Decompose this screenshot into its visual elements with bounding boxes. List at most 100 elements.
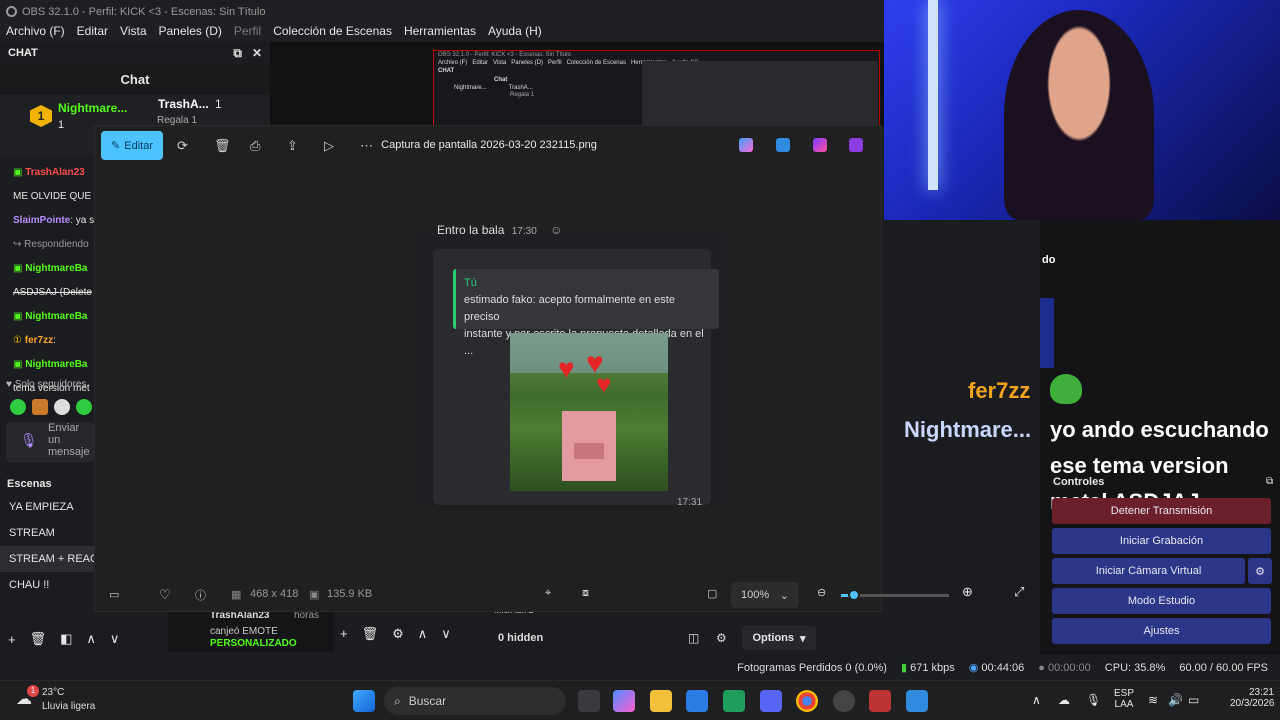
designer-icon[interactable] bbox=[813, 138, 827, 152]
mixer-columns-icon[interactable]: ◫ bbox=[688, 631, 699, 645]
emote-icon[interactable] bbox=[54, 399, 70, 415]
scene-item[interactable]: YA EMPIEZA bbox=[0, 494, 96, 520]
obs-window-title: OBS 32.1.0 - Perfil: KICK <3 - Escenas: … bbox=[22, 5, 266, 18]
copilot-icon[interactable] bbox=[739, 138, 753, 152]
text-scan-icon[interactable]: ⧇ bbox=[582, 587, 589, 600]
pepe-emote-icon bbox=[1050, 374, 1082, 404]
scene-item-selected[interactable]: STREAM + REACT bbox=[0, 546, 96, 572]
options-dropdown[interactable]: Options ▾ bbox=[742, 626, 816, 650]
trash-icon[interactable]: 🗑 bbox=[30, 631, 47, 647]
virtual-cam-gear-icon[interactable]: ⚙ bbox=[1248, 558, 1272, 584]
weather-widget[interactable]: ☁ 1 bbox=[16, 685, 39, 711]
zoom-out-icon[interactable]: ⊖ bbox=[817, 586, 826, 599]
image-size-icon: ▦ bbox=[231, 589, 242, 601]
start-record-button[interactable]: Iniciar Grabación bbox=[1052, 528, 1271, 554]
menu-vista[interactable]: Vista bbox=[114, 24, 152, 38]
menu-herramientas[interactable]: Herramientas bbox=[398, 24, 482, 38]
close-icon[interactable]: ✕ bbox=[252, 46, 262, 61]
battery-icon[interactable]: ▭ bbox=[1188, 693, 1199, 707]
word-icon[interactable] bbox=[686, 690, 708, 712]
task-view-icon[interactable] bbox=[578, 690, 600, 712]
down-icon[interactable]: ∨ bbox=[441, 626, 451, 642]
obs-taskbar-icon[interactable] bbox=[833, 690, 855, 712]
pinned-user2-count: 1 bbox=[215, 97, 222, 111]
photos-app-icon[interactable] bbox=[776, 138, 790, 152]
fps: 60.00 / 60.00 FPS bbox=[1179, 661, 1268, 674]
add-source-icon[interactable]: + bbox=[340, 626, 348, 642]
message-time: 17:31 bbox=[677, 497, 703, 508]
wifi-icon[interactable]: ≋ bbox=[1148, 693, 1158, 707]
volume-icon[interactable]: 🔊 bbox=[1168, 693, 1183, 707]
fullscreen-icon[interactable]: ⤢ bbox=[1014, 584, 1024, 600]
scene-item[interactable]: STREAM bbox=[0, 520, 96, 546]
zoom-dropdown[interactable]: 100% ⌄ bbox=[731, 582, 799, 608]
chat-title: Chat bbox=[0, 64, 270, 95]
menu-coleccion[interactable]: Colección de Escenas bbox=[267, 24, 398, 38]
mic-icon[interactable]: 🎙 bbox=[1086, 693, 1101, 707]
emote-icon[interactable] bbox=[76, 399, 92, 415]
menu-archivo[interactable]: Archivo (F) bbox=[0, 24, 71, 38]
discord-icon[interactable] bbox=[760, 690, 782, 712]
chevron-down-icon: ▾ bbox=[800, 632, 806, 645]
zoom-in-icon[interactable]: ⊕ bbox=[962, 584, 973, 600]
settings-button[interactable]: Ajustes bbox=[1052, 618, 1271, 644]
dropped-frames: Fotogramas Perdidos 0 (0.0%) bbox=[737, 661, 887, 674]
mic-icon[interactable]: 🎙 bbox=[20, 433, 38, 447]
stop-stream-button[interactable]: Detener Transmisión bbox=[1052, 498, 1271, 524]
clipchamp-icon[interactable] bbox=[849, 138, 863, 152]
file-explorer-icon[interactable] bbox=[650, 690, 672, 712]
controls-header: Controles bbox=[1053, 476, 1105, 488]
language-indicator[interactable]: ESP LAA bbox=[1114, 688, 1134, 710]
obs-menu-bar: Archivo (F) Editar Vista Paneles (D) Per… bbox=[0, 19, 884, 42]
favorite-heart-icon[interactable]: ♡ bbox=[159, 587, 171, 603]
pinned-user2[interactable]: TrashA... bbox=[158, 97, 209, 111]
clock[interactable]: 23:21 20/3/2026 bbox=[1230, 687, 1275, 709]
studio-mode-button[interactable]: Modo Estudio bbox=[1052, 588, 1271, 614]
up-icon[interactable]: ∧ bbox=[86, 631, 96, 647]
float-icon[interactable]: ⧉ bbox=[233, 46, 242, 61]
chat-send-input[interactable]: 🎙 Enviar un mensaje bbox=[6, 422, 94, 462]
menu-perfil[interactable]: Perfil bbox=[228, 24, 267, 38]
pinned-user1[interactable]: Nightmare... bbox=[58, 101, 127, 115]
onedrive-icon[interactable]: ☁ bbox=[1058, 693, 1070, 707]
redeem-card: TrashAlan23 horas canjeó EMOTE PERSONALI… bbox=[168, 610, 334, 652]
up-icon[interactable]: ∧ bbox=[418, 626, 428, 642]
nested-preview: OBS 32.1.0 - Perfil: KICK <3 - Escenas: … bbox=[433, 50, 880, 126]
app-icon[interactable] bbox=[869, 690, 891, 712]
obs-logo-icon bbox=[6, 6, 17, 17]
chevron-up-icon[interactable]: ∧ bbox=[1032, 693, 1041, 707]
photos-viewer-window: ✎ Editar ⟳ 🗑 ⎙ ⇪ ▷ ⋯ Captura de pantalla … bbox=[94, 125, 949, 612]
pinned-user1-count: 1 bbox=[58, 119, 65, 131]
photo-filename: Captura de pantalla 2026-03-20 232115.pn… bbox=[381, 139, 597, 151]
trash-icon[interactable]: 🗑 bbox=[362, 626, 379, 642]
visual-search-icon[interactable]: ⌖ bbox=[545, 587, 551, 600]
zoom-slider-thumb[interactable] bbox=[847, 589, 860, 601]
scene-item[interactable]: CHAU !! bbox=[0, 572, 96, 598]
add-icon[interactable]: + bbox=[8, 632, 16, 647]
fit-screen-icon[interactable]: ▢ bbox=[707, 587, 717, 600]
mini-user1: Nightmare... bbox=[454, 85, 487, 91]
emote-icon[interactable] bbox=[32, 399, 48, 415]
menu-editar[interactable]: Editar bbox=[71, 24, 114, 38]
excel-icon[interactable] bbox=[723, 690, 745, 712]
gear-icon[interactable]: ⚙ bbox=[392, 626, 404, 642]
mini-title: OBS 32.1.0 - Perfil: KICK <3 - Escenas: … bbox=[438, 52, 571, 58]
taskbar-search[interactable]: ⌕ Buscar bbox=[384, 687, 566, 715]
zoom-slider[interactable] bbox=[841, 589, 949, 601]
virtual-cam-button[interactable]: Iniciar Cámara Virtual bbox=[1052, 558, 1245, 584]
emote-icon[interactable] bbox=[10, 399, 26, 415]
menu-ayuda[interactable]: Ayuda (H) bbox=[482, 24, 548, 38]
chrome-icon[interactable] bbox=[796, 690, 818, 712]
menu-paneles[interactable]: Paneles (D) bbox=[153, 24, 228, 38]
start-icon[interactable] bbox=[353, 690, 375, 712]
info-icon[interactable]: ⓘ bbox=[195, 587, 206, 603]
filter-icon[interactable]: ◧ bbox=[60, 631, 72, 647]
overlay-fragment: do bbox=[1042, 254, 1056, 266]
copilot-icon[interactable] bbox=[613, 690, 635, 712]
photos-taskbar-icon[interactable] bbox=[906, 690, 928, 712]
filmstrip-icon[interactable]: ▭ bbox=[109, 588, 119, 601]
down-icon[interactable]: ∨ bbox=[110, 631, 120, 647]
minecraft-pig-picture: ♥ ♥ ♥ bbox=[510, 333, 668, 491]
float-icon[interactable]: ⧉ bbox=[1266, 476, 1273, 487]
mixer-settings-icon[interactable]: ⚙ bbox=[716, 631, 727, 645]
